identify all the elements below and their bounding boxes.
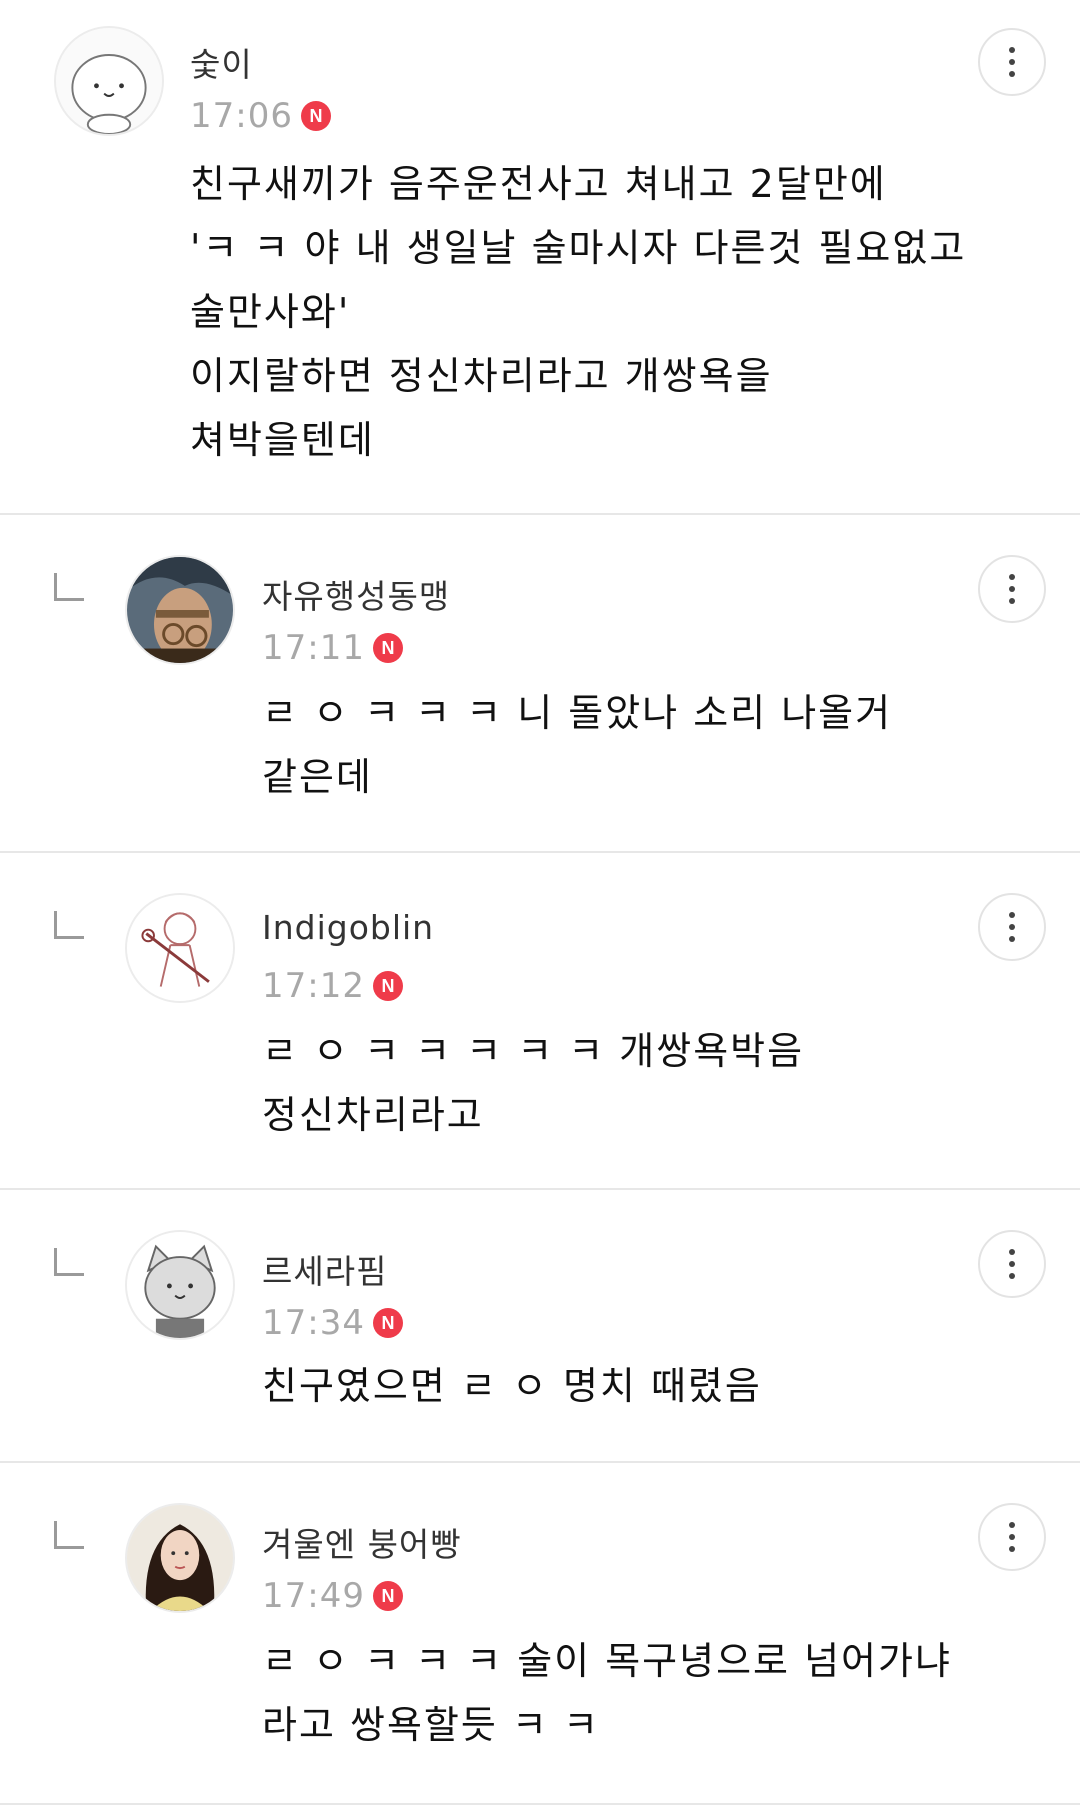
comment-time: 17:11 — [262, 628, 365, 668]
dot-icon — [1009, 1249, 1015, 1255]
comment-author[interactable]: 겨울엔 붕어빵 — [262, 1518, 462, 1566]
comment-body: ㄹ ㅇ ㅋ ㅋ ㅋ ㅋ ㅋ 개쌍욕박음 정신차리라고 — [262, 1019, 804, 1147]
comment-line: 친구였으면 ㄹ ㅇ 명치 때렸음 — [262, 1364, 762, 1408]
comment-author[interactable]: 자유행성동맹 — [262, 570, 450, 618]
comment-line: 쳐박을텐데 — [190, 418, 375, 462]
comment-body: ㄹ ㅇ ㅋ ㅋ ㅋ 술이 목구녕으로 넘어가냐 라고 쌍욕할듯 ㅋ ㅋ — [262, 1629, 952, 1757]
comment-line: 정신차리라고 — [262, 1093, 484, 1137]
more-options-button[interactable] — [978, 893, 1046, 961]
comment-author[interactable]: Indigoblin — [262, 908, 434, 947]
comment-body: 친구였으면 ㄹ ㅇ 명치 때렸음 — [262, 1354, 762, 1418]
dot-icon — [1009, 586, 1015, 592]
reply-arrow-icon — [54, 1521, 84, 1549]
dot-icon — [1009, 1261, 1015, 1267]
dot-icon — [1009, 71, 1015, 77]
dot-icon — [1009, 47, 1015, 53]
comment-line: 라고 쌍욕할듯 ㅋ ㅋ — [262, 1703, 600, 1747]
gray-cat-avatar[interactable] — [125, 1230, 235, 1340]
new-badge: N — [372, 633, 403, 663]
comment-line: ㄹ ㅇ ㅋ ㅋ ㅋ ㅋ ㅋ 개쌍욕박음 — [262, 1029, 805, 1073]
comment-meta: 17:11 N — [262, 628, 403, 668]
comment-body: ㄹ ㅇ ㅋ ㅋ ㅋ 니 돌았나 소리 나올거 같은데 — [262, 681, 892, 809]
dot-icon — [1009, 598, 1015, 604]
new-badge: N — [372, 971, 403, 1001]
reply-item: Indigoblin 17:12 N ㄹ ㅇ ㅋ ㅋ ㅋ ㅋ ㅋ 개쌍욕박음 정… — [0, 853, 1080, 1190]
comment-meta: 17:34 N — [262, 1303, 403, 1343]
more-options-button[interactable] — [978, 28, 1046, 96]
comment-time: 17:34 — [262, 1303, 365, 1343]
comment-meta: 17:49 N — [262, 1576, 403, 1616]
comment-line: 술만사와' — [190, 290, 351, 334]
comment-line: 'ㅋ ㅋ 야 내 생일날 술마시자 다른것 필요없고 — [190, 226, 967, 270]
comment-meta: 17:12 N — [262, 966, 403, 1006]
comment-time: 17:12 — [262, 966, 365, 1006]
woman-portrait-avatar[interactable] — [125, 1503, 235, 1613]
more-options-button[interactable] — [978, 555, 1046, 623]
comment-body: 친구새끼가 음주운전사고 쳐내고 2달만에 'ㅋ ㅋ 야 내 생일날 술마시자 … — [190, 152, 966, 472]
comment-line: ㄹ ㅇ ㅋ ㅋ ㅋ 술이 목구녕으로 넘어가냐 — [262, 1639, 952, 1683]
dot-icon — [1009, 912, 1015, 918]
reply-arrow-icon — [54, 573, 84, 601]
sketch-character-avatar[interactable] — [125, 893, 235, 1003]
comment-line: 같은데 — [262, 755, 373, 799]
comment-time: 17:49 — [262, 1576, 365, 1616]
comment-line: 친구새끼가 음주운전사고 쳐내고 2달만에 — [190, 162, 887, 206]
new-badge: N — [372, 1308, 403, 1338]
dot-icon — [1009, 1534, 1015, 1540]
dot-icon — [1009, 59, 1015, 65]
cat-face-avatar[interactable] — [54, 26, 164, 136]
comment-author[interactable]: 르세라핌 — [262, 1245, 387, 1293]
more-options-button[interactable] — [978, 1230, 1046, 1298]
dot-icon — [1009, 1546, 1015, 1552]
comment-time: 17:06 — [190, 96, 293, 136]
comment-line: 이지랄하면 정신차리라고 개쌍욕을 — [190, 354, 773, 398]
comment-item: 숯이 17:06 N 친구새끼가 음주운전사고 쳐내고 2달만에 'ㅋ ㅋ 야 … — [0, 0, 1080, 515]
comment-author[interactable]: 숯이 — [190, 38, 253, 86]
dot-icon — [1009, 936, 1015, 942]
more-options-button[interactable] — [978, 1503, 1046, 1571]
reply-item: 겨울엔 붕어빵 17:49 N ㄹ ㅇ ㅋ ㅋ ㅋ 술이 목구녕으로 넘어가냐 … — [0, 1463, 1080, 1805]
new-badge: N — [372, 1581, 403, 1611]
warrior-portrait-avatar[interactable] — [125, 555, 235, 665]
dot-icon — [1009, 1522, 1015, 1528]
reply-item: 자유행성동맹 17:11 N ㄹ ㅇ ㅋ ㅋ ㅋ 니 돌았나 소리 나올거 같은… — [0, 515, 1080, 853]
reply-arrow-icon — [54, 1248, 84, 1276]
dot-icon — [1009, 924, 1015, 930]
reply-arrow-icon — [54, 911, 84, 939]
dot-icon — [1009, 574, 1015, 580]
comment-meta: 17:06 N — [190, 96, 331, 136]
comment-line: ㄹ ㅇ ㅋ ㅋ ㅋ 니 돌았나 소리 나올거 — [262, 691, 893, 735]
reply-item: 르세라핌 17:34 N 친구였으면 ㄹ ㅇ 명치 때렸음 — [0, 1190, 1080, 1463]
new-badge: N — [300, 101, 331, 131]
dot-icon — [1009, 1273, 1015, 1279]
